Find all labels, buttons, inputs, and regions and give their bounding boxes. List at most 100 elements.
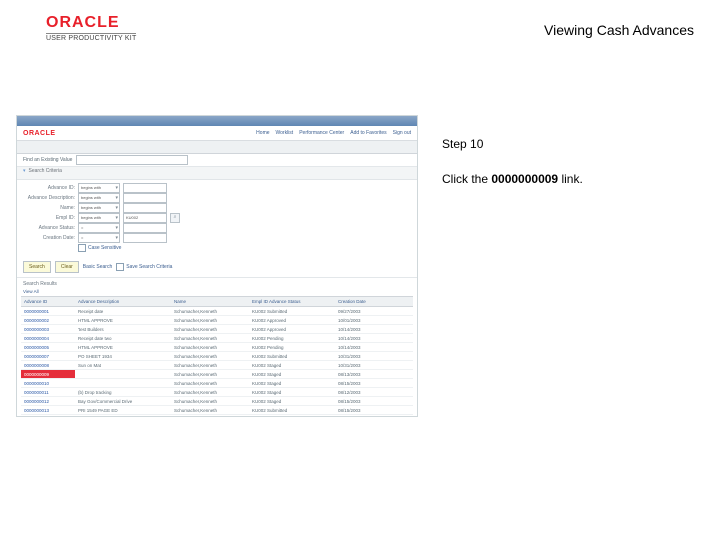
table-row[interactable]: 0000000007PO SHEET 1934Schumacher,Kennet… xyxy=(21,352,413,361)
field-advance-status: Advance Status: = xyxy=(23,223,411,233)
step-label: Step 10 xyxy=(442,137,696,151)
table-row[interactable]: 0000000010Schumacher,KennethKU002 Staged… xyxy=(21,379,413,388)
main-content: ORACLE Home Worklist Performance Center … xyxy=(16,115,704,425)
col-creation-date[interactable]: Creation Date xyxy=(335,297,395,306)
table-row[interactable]: 0000000005HTML APPROVESchumacher,Kenneth… xyxy=(21,343,413,352)
label-advance-id: Advance ID: xyxy=(23,185,75,191)
field-case-sensitive: Case Sensitive xyxy=(23,243,411,253)
table-row[interactable]: 0000000012Bay Gov/Commercial DriveSchuma… xyxy=(21,397,413,406)
cell-name: Schumacher,Kenneth xyxy=(171,379,249,387)
search-criteria-header[interactable]: Search Criteria xyxy=(17,167,417,180)
cell-name: Schumacher,Kenneth xyxy=(171,406,249,414)
cell-name: Schumacher,Kenneth xyxy=(171,361,249,369)
cell-advance-id[interactable]: 0000000013 xyxy=(21,406,75,414)
label-name: Name: xyxy=(23,205,75,211)
save-search-label: Save Search Criteria xyxy=(126,264,172,270)
cell-advance-id[interactable]: 0000000008 xyxy=(21,361,75,369)
cell-name: Schumacher,Kenneth xyxy=(171,397,249,405)
nav-home[interactable]: Home xyxy=(256,130,269,136)
op-empl-id[interactable]: begins with xyxy=(78,213,120,223)
cell-status: KU002 Staged xyxy=(249,370,335,378)
embedded-screenshot: ORACLE Home Worklist Performance Center … xyxy=(16,115,418,417)
cell-advance-id[interactable]: 0000000005 xyxy=(21,343,75,351)
cell-name: Schumacher,Kenneth xyxy=(171,316,249,324)
col-advance-description[interactable]: Advance Description xyxy=(75,297,171,306)
cell-advance-id[interactable]: 0000000011 xyxy=(21,388,75,396)
table-row[interactable]: 0000000001Receipt dateSchumacher,Kenneth… xyxy=(21,307,413,316)
table-row[interactable]: 0000000014Facade DemoSchumacher,KennethK… xyxy=(21,415,413,417)
cell-creation-date: 08/12/2003 xyxy=(335,388,395,396)
view-all-link[interactable]: View All xyxy=(17,287,417,294)
op-name[interactable]: begins with xyxy=(78,203,120,213)
oracle-wordmark-small: ORACLE xyxy=(23,130,56,137)
table-row[interactable]: 0000000008Sun on MatSchumacher,KennethKU… xyxy=(21,361,413,370)
search-button-row: Search Clear Basic Search Save Search Cr… xyxy=(17,257,417,278)
nav-signout[interactable]: Sign out xyxy=(393,130,411,136)
label-advance-status: Advance Status: xyxy=(23,225,75,231)
cell-status: KU002 Pending xyxy=(249,343,335,351)
cell-advance-id[interactable]: 0000000009 xyxy=(21,370,75,378)
label-creation-date: Creation Date: xyxy=(23,235,75,241)
find-input[interactable] xyxy=(76,155,188,165)
cell-advance-description: Sun on Mat xyxy=(75,361,171,369)
input-empl-id[interactable]: KU002 xyxy=(123,213,167,223)
checkbox-case-sensitive[interactable] xyxy=(78,244,86,252)
results-grid: Advance ID Advance Description Name Empl… xyxy=(21,296,413,417)
clear-button[interactable]: Clear xyxy=(55,261,79,273)
instruction-link-value: 0000000009 xyxy=(491,172,558,186)
cell-creation-date: 08/13/2003 xyxy=(335,370,395,378)
nav-worklist[interactable]: Worklist xyxy=(276,130,294,136)
nav-performance-center[interactable]: Performance Center xyxy=(299,130,344,136)
cell-advance-id[interactable]: 0000000010 xyxy=(21,379,75,387)
nav-add-favorites[interactable]: Add to Favorites xyxy=(350,130,386,136)
cell-advance-id[interactable]: 0000000002 xyxy=(21,316,75,324)
global-nav-links: Home Worklist Performance Center Add to … xyxy=(256,130,411,136)
cell-creation-date: 08/15/2003 xyxy=(335,406,395,414)
oracle-upk-logo: ORACLE USER PRODUCTIVITY KIT xyxy=(46,14,136,42)
input-advance-status[interactable] xyxy=(123,223,167,233)
cell-creation-date: 08/15/2003 xyxy=(335,379,395,387)
op-creation-date[interactable]: = xyxy=(78,233,120,243)
cell-advance-id[interactable]: 0000000004 xyxy=(21,334,75,342)
basic-search-link[interactable]: Basic Search xyxy=(83,261,112,273)
cell-advance-id[interactable]: 0000000003 xyxy=(21,325,75,333)
app-brand-row: ORACLE Home Worklist Performance Center … xyxy=(17,126,417,141)
cell-name: Schumacher,Kenneth xyxy=(171,352,249,360)
lookup-empl-id-icon[interactable]: ⌕ xyxy=(170,213,180,223)
input-name[interactable] xyxy=(123,203,167,213)
op-advance-id[interactable]: begins with xyxy=(78,183,120,193)
col-name[interactable]: Name xyxy=(171,297,249,306)
cell-name: Schumacher,Kenneth xyxy=(171,325,249,333)
cell-advance-description: Receipt date xyxy=(75,307,171,315)
cell-status: KU002 Pending xyxy=(249,334,335,342)
field-advance-id: Advance ID: begins with xyxy=(23,183,411,193)
input-advance-id[interactable] xyxy=(123,183,167,193)
table-row[interactable]: 0000000004Receipt date twoSchumacher,Ken… xyxy=(21,334,413,343)
cell-advance-id[interactable]: 0000000001 xyxy=(21,307,75,315)
label-case-sensitive: Case Sensitive xyxy=(88,245,121,251)
page-title: Viewing Cash Advances xyxy=(544,22,694,38)
table-row[interactable]: 0000000002HTML APPROVESchumacher,Kenneth… xyxy=(21,316,413,325)
table-row[interactable]: 0000000003'test BuildersSchumacher,Kenne… xyxy=(21,325,413,334)
col-advance-id[interactable]: Advance ID xyxy=(21,297,75,306)
cell-advance-id[interactable]: 0000000014 xyxy=(21,415,75,417)
op-advance-status[interactable]: = xyxy=(78,223,120,233)
save-search-checkbox[interactable] xyxy=(116,263,124,271)
find-existing-label: Find an Existing Value xyxy=(23,157,72,163)
browser-titlebar xyxy=(17,116,417,126)
input-creation-date[interactable] xyxy=(123,233,167,243)
table-row[interactable]: 0000000009Schumacher,KennethKU002 Staged… xyxy=(21,370,413,379)
cell-creation-date: 10/31/2003 xyxy=(335,352,395,360)
search-criteria-form: Advance ID: begins with Advance Descript… xyxy=(17,180,417,257)
cell-advance-description: 'test Builders xyxy=(75,325,171,333)
search-button[interactable]: Search xyxy=(23,261,51,273)
cell-advance-id[interactable]: 0000000007 xyxy=(21,352,75,360)
input-advance-description[interactable] xyxy=(123,193,167,203)
label-empl-id: Empl ID: xyxy=(23,215,75,221)
col-status[interactable]: Empl ID Advance Status xyxy=(249,297,335,306)
instruction-suffix: link. xyxy=(558,172,583,186)
table-row[interactable]: 0000000013PRI 1549 PAGE EDSchumacher,Ken… xyxy=(21,406,413,415)
cell-advance-id[interactable]: 0000000012 xyxy=(21,397,75,405)
op-advance-description[interactable]: begins with xyxy=(78,193,120,203)
table-row[interactable]: 0000000011(b) Drop trackingSchumacher,Ke… xyxy=(21,388,413,397)
